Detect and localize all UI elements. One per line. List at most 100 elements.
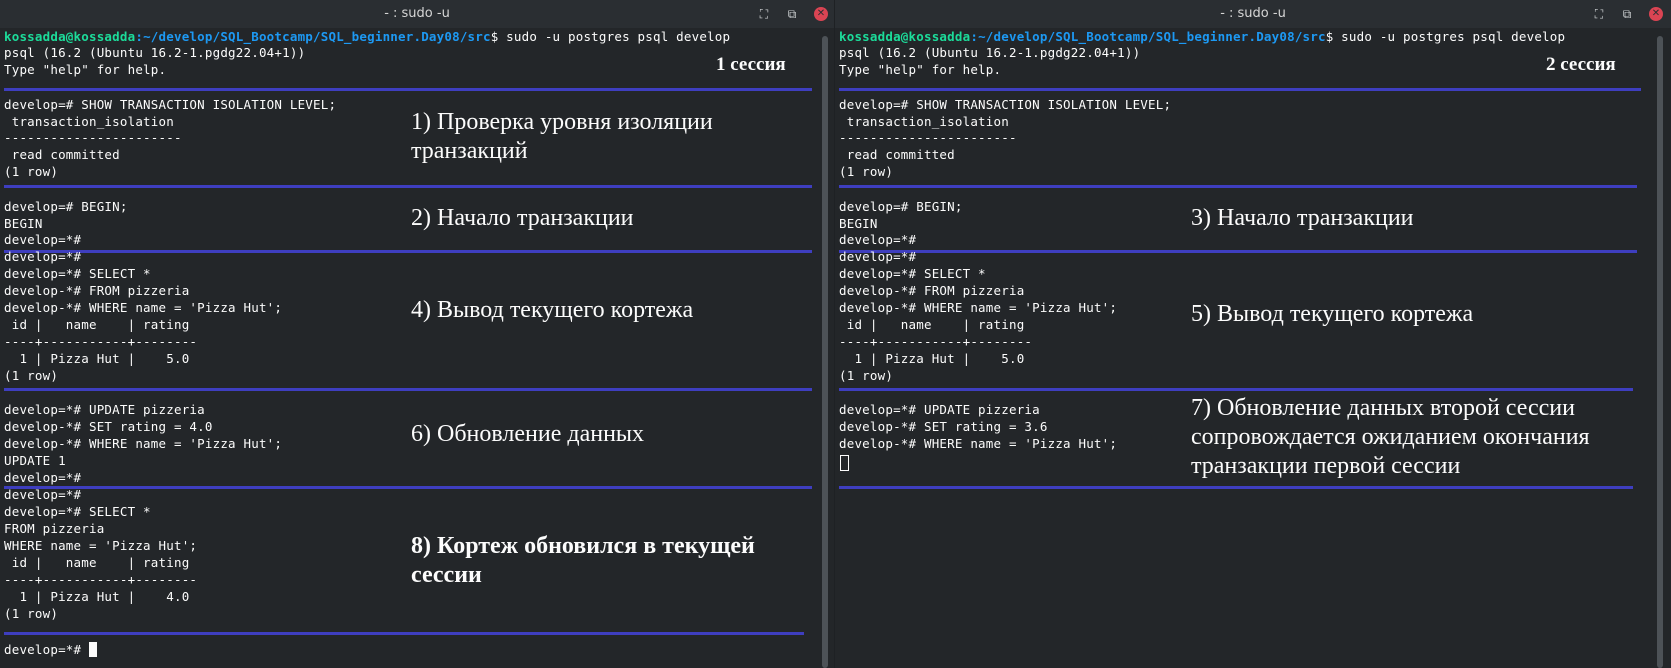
output-line: develop-*# WHERE name = 'Pizza Hut'; [4,300,283,315]
output-line: transaction_isolation [839,114,1009,129]
output-line: psql (16.2 (Ubuntu 16.2-1.pgdg22.04+1)) [839,45,1141,60]
output-line: id | name | rating [839,317,1025,332]
output-line: 1 | Pizza Hut | 4.0 [4,589,190,604]
prompt-path: :~/develop/SQL_Bootcamp/SQL_beginner.Day… [970,29,1326,44]
titlebar[interactable]: - : sudo -u ⛶ ⧉ ✕ [0,0,834,28]
output-line: psql (16.2 (Ubuntu 16.2-1.pgdg22.04+1)) [4,45,306,60]
annotation-note: 4) Вывод текущего кортежа [411,297,694,323]
new-tab-icon[interactable]: ⧉ [1620,7,1634,21]
prompt-command: $ sudo -u postgres psql develop [1325,29,1566,44]
output-line: id | name | rating [4,317,190,332]
output-line: FROM pizzeria [4,521,105,536]
separator [839,486,1633,489]
session-label: 2 сессия [1546,54,1616,75]
terminal-window-2[interactable]: - : sudo -u ⛶ ⧉ ✕ kossadda@kossadda:~/de… [835,0,1671,668]
close-icon[interactable]: ✕ [814,7,828,21]
output-line: develop=*# [839,249,917,264]
maximize-icon[interactable]: ⛶ [1592,7,1606,21]
output-line: develop=*# SELECT * [4,266,151,281]
output-line: ----------------------- [839,130,1017,145]
output-line: develop=*# [4,470,82,485]
output-line: read committed [4,147,120,162]
output-line: (1 row) [839,164,894,179]
terminal-output[interactable]: kossadda@kossadda:~/develop/SQL_Bootcamp… [835,28,1657,668]
window-title: - : sudo -u [1220,6,1286,21]
window-title: - : sudo -u [384,6,450,21]
separator [4,388,812,391]
scrollbar[interactable] [1657,36,1663,668]
output-line: ----+-----------+-------- [4,572,198,587]
separator [4,632,804,635]
output-line: read committed [839,147,955,162]
output-line: develop-*# WHERE name = 'Pizza Hut'; [839,300,1118,315]
output-line: develop=*# [4,232,82,247]
output-line: Type "help" for help. [4,62,167,77]
output-line: develop-*# SET rating = 4.0 [4,419,213,434]
output-line: develop-*# FROM pizzeria [839,283,1025,298]
output-line: develop-*# WHERE name = 'Pizza Hut'; [4,436,283,451]
output-line: transaction_isolation [4,114,174,129]
separator [839,250,1637,253]
output-line: ----------------------- [4,130,182,145]
output-line: BEGIN [4,216,43,231]
output-line: develop=*# [839,232,917,247]
annotation-note: 5) Вывод текущего кортежа [1191,301,1474,327]
text-cursor [88,642,97,657]
prompt-path: :~/develop/SQL_Bootcamp/SQL_beginner.Day… [135,29,491,44]
output-line: develop=# BEGIN; [4,199,128,214]
output-line: develop-*# WHERE name = 'Pizza Hut'; [839,436,1118,451]
output-line: UPDATE 1 [4,453,66,468]
separator [839,88,1641,91]
output-line: develop-*# SET rating = 3.6 [839,419,1048,434]
annotation-note: 1) Проверка уровня изоляции транзакций [411,109,713,164]
output-line: develop=*# UPDATE pizzeria [4,402,205,417]
output-line: ----+-----------+-------- [4,334,198,349]
output-line: 1 | Pizza Hut | 5.0 [839,351,1025,366]
output-line: develop-*# FROM pizzeria [4,283,190,298]
output-line: develop=*# SELECT * [4,504,151,519]
new-tab-icon[interactable]: ⧉ [785,7,799,21]
prompt-line: kossadda@kossadda:~/develop/SQL_Bootcamp… [839,28,1565,45]
output-line: develop=# SHOW TRANSACTION ISOLATION LEV… [839,97,1172,112]
output-line: develop=*# SELECT * [839,266,986,281]
output-line: (1 row) [4,164,59,179]
output-line: (1 row) [839,368,894,383]
separator [4,185,812,188]
output-line: develop=*# [4,249,82,264]
output-line: develop=*# [4,487,82,502]
session-label: 1 сессия [716,54,786,75]
output-line: BEGIN [839,216,878,231]
close-icon[interactable]: ✕ [1649,7,1663,21]
separator [4,250,812,253]
prompt-command: $ sudo -u postgres psql develop [490,29,731,44]
output-line: WHERE name = 'Pizza Hut'; [4,538,198,553]
separator [839,185,1637,188]
output-line: (1 row) [4,368,59,383]
annotation-note: 7) Обновление данных второй сессии сопро… [1191,395,1590,479]
prompt-user: kossadda@kossadda [4,29,136,44]
output-line: develop=*# UPDATE pizzeria [839,402,1040,417]
separator [839,388,1633,391]
scrollbar[interactable] [822,36,828,668]
prompt-user: kossadda@kossadda [839,29,971,44]
output-line: (1 row) [4,606,59,621]
annotation-note: 8) Кортеж обновился в текущей сессии [411,533,755,588]
input-line[interactable]: develop=*# [4,641,97,658]
maximize-icon[interactable]: ⛶ [757,7,771,21]
output-line: id | name | rating [4,555,190,570]
prompt: develop=*# [4,642,89,657]
separator [4,88,812,91]
terminal-window-1[interactable]: - : sudo -u ⛶ ⧉ ✕ kossadda@kossadda:~/de… [0,0,834,668]
output-line: develop=# BEGIN; [839,199,963,214]
output-line: develop=# SHOW TRANSACTION ISOLATION LEV… [4,97,337,112]
prompt-line: kossadda@kossadda:~/develop/SQL_Bootcamp… [4,28,730,45]
titlebar[interactable]: - : sudo -u ⛶ ⧉ ✕ [835,0,1671,28]
output-line: Type "help" for help. [839,62,1002,77]
annotation-note: 2) Начало транзакции [411,205,634,231]
text-cursor [840,455,849,471]
annotation-note: 6) Обновление данных [411,421,645,447]
output-line: 1 | Pizza Hut | 5.0 [4,351,190,366]
annotation-note: 3) Начало транзакции [1191,205,1414,231]
terminal-output[interactable]: kossadda@kossadda:~/develop/SQL_Bootcamp… [0,28,820,668]
output-line: ----+-----------+-------- [839,334,1033,349]
